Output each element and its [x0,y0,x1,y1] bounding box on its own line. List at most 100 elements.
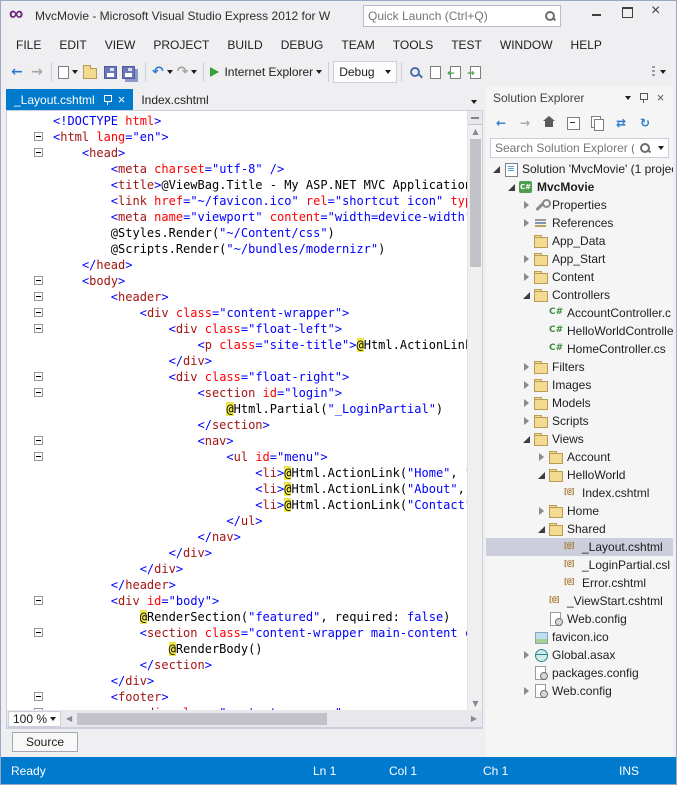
expander-collapsed-icon[interactable] [520,684,533,698]
tree-item-filters[interactable]: Filters [486,358,673,376]
tab-layout-cshtml[interactable]: _Layout.cshtml× [6,89,133,110]
tree-item-error-cshtml[interactable]: Error.cshtml [486,574,673,592]
tree-item-viewstart-cshtml[interactable]: _ViewStart.cshtml [486,592,673,610]
scroll-down-icon[interactable]: ▼ [468,698,483,710]
expander-expanded-icon[interactable] [505,180,518,194]
tree-item-references[interactable]: References [486,214,673,232]
menu-build[interactable]: BUILD [218,33,271,57]
expander-expanded-icon[interactable] [520,288,533,302]
tab-index-cshtml[interactable]: Index.cshtml [133,89,216,110]
tree-item-app-start[interactable]: App_Start [486,250,673,268]
tree-item-views[interactable]: Views [486,430,673,448]
expander-collapsed-icon[interactable] [535,504,548,518]
document-well-dropdown-icon[interactable] [471,100,477,104]
open-file-icon[interactable] [80,61,100,83]
expander-collapsed-icon[interactable] [520,648,533,662]
redo-icon[interactable]: ↷ [175,61,200,83]
find-in-files-icon[interactable] [406,61,426,83]
forward-icon[interactable]: → [515,113,535,133]
expander-expanded-icon[interactable] [535,522,548,536]
save-all-icon[interactable] [120,61,141,83]
home-icon[interactable] [539,113,559,133]
import-page-icon[interactable]: ← [446,61,466,83]
minimize-button[interactable] [582,1,612,23]
page-icon[interactable] [426,61,446,83]
expander-collapsed-icon[interactable] [520,270,533,284]
expander-collapsed-icon[interactable] [520,216,533,230]
expander-collapsed-icon[interactable] [520,396,533,410]
code-editor[interactable]: <!DOCTYPE html><html lang="en"> <head> <… [6,110,483,710]
tree-item-content[interactable]: Content [486,268,673,286]
tree-item-web-config[interactable]: Web.config [486,610,673,628]
close-button[interactable] [642,1,672,23]
tree-item-packages-config[interactable]: packages.config [486,664,673,682]
expander-expanded-icon[interactable] [520,432,533,446]
expander-collapsed-icon[interactable] [520,378,533,392]
tree-item-homecontroller-cs[interactable]: HomeController.cs [486,340,673,358]
pin-icon[interactable] [635,90,652,106]
fold-collapse-icon[interactable] [34,132,43,141]
chevron-down-icon[interactable] [658,146,664,150]
tree-item-global-asax[interactable]: Global.asax [486,646,673,664]
tree-item-layout-cshtml[interactable]: _Layout.cshtml [486,538,673,556]
tree-item-account[interactable]: Account [486,448,673,466]
fold-collapse-icon[interactable] [34,372,43,381]
window-menu-icon[interactable] [618,90,635,106]
tree-item-properties[interactable]: Properties [486,196,673,214]
fold-collapse-icon[interactable] [34,388,43,397]
source-view-button[interactable]: Source [12,732,78,752]
scrollbar-thumb[interactable] [77,713,327,725]
menu-test[interactable]: TEST [442,33,491,57]
tree-item-loginpartial-csl[interactable]: _LoginPartial.csl [486,556,673,574]
editor-splitter-handle[interactable] [468,111,482,125]
maximize-button[interactable] [612,1,642,23]
fold-collapse-icon[interactable] [34,292,43,301]
quick-launch-input[interactable] [364,9,543,23]
tree-item-scripts[interactable]: Scripts [486,412,673,430]
solution-configuration-combo[interactable]: Debug [333,61,396,83]
tree-item-controllers[interactable]: Controllers [486,286,673,304]
toolbar-options-icon[interactable] [652,66,666,78]
new-file-icon[interactable] [56,61,80,83]
fold-collapse-icon[interactable] [34,436,43,445]
scroll-up-icon[interactable]: ▲ [468,126,483,138]
solution-search-input[interactable] [491,141,638,155]
fold-collapse-icon[interactable] [34,452,43,461]
fold-collapse-icon[interactable] [34,596,43,605]
menu-edit[interactable]: EDIT [50,33,95,57]
tree-item-mvcmovie[interactable]: MvcMovie [486,178,673,196]
tree-item-shared[interactable]: Shared [486,520,673,538]
tree-item-app-data[interactable]: App_Data [486,232,673,250]
fold-collapse-icon[interactable] [34,276,43,285]
menu-team[interactable]: TEAM [332,33,383,57]
fold-collapse-icon[interactable] [34,324,43,333]
fold-collapse-icon[interactable] [34,628,43,637]
tree-item-web-config[interactable]: Web.config [486,682,673,700]
close-panel-icon[interactable]: × [652,90,669,106]
tree-item-helloworldcontrolle[interactable]: HelloWorldControlle [486,322,673,340]
expander-expanded-icon[interactable] [535,468,548,482]
quick-launch-box[interactable] [363,5,561,27]
solution-search-box[interactable] [490,138,669,158]
expander-collapsed-icon[interactable] [520,414,533,428]
sync-with-active-document-icon[interactable]: ⇄ [611,113,631,133]
scrollbar-thumb[interactable] [470,139,481,267]
scroll-right-icon[interactable]: ▶ [468,711,480,727]
undo-icon[interactable]: ↶ [150,61,175,83]
fold-collapse-icon[interactable] [34,148,43,157]
close-icon[interactable]: × [118,93,126,106]
expander-collapsed-icon[interactable] [535,450,548,464]
expander-expanded-icon[interactable] [490,162,503,176]
tree-item-favicon-ico[interactable]: favicon.ico [486,628,673,646]
start-debugging-button[interactable]: Internet Explorer [208,61,324,83]
menu-window[interactable]: WINDOW [491,33,562,57]
zoom-combo[interactable]: 100 % [8,711,61,727]
back-icon[interactable]: ← [491,113,511,133]
expander-collapsed-icon[interactable] [520,360,533,374]
navigate-forward-icon[interactable]: → [27,61,47,83]
horizontal-scrollbar[interactable]: ◀ ▶ [63,711,480,727]
tree-item-models[interactable]: Models [486,394,673,412]
fold-collapse-icon[interactable] [34,308,43,317]
tree-item-images[interactable]: Images [486,376,673,394]
refresh-icon[interactable]: ↻ [635,113,655,133]
